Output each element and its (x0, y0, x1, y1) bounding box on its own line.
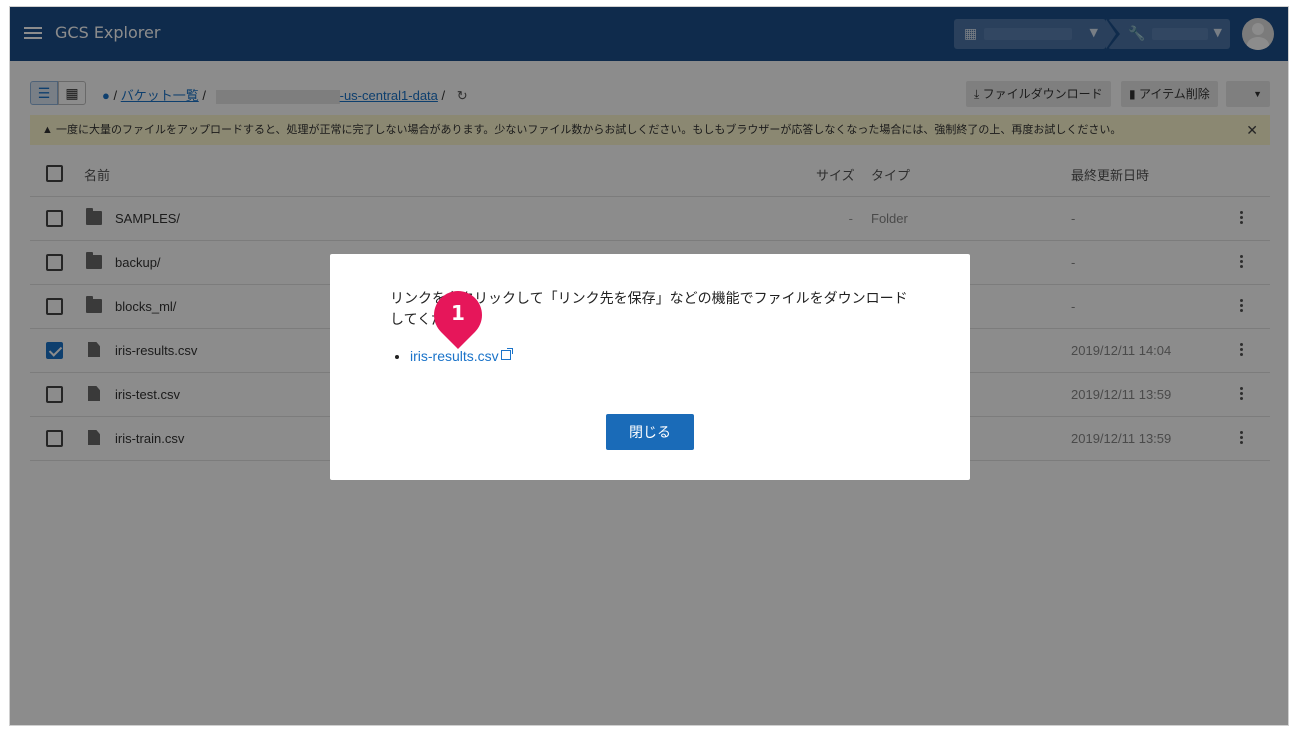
callout-number: 1 (451, 301, 465, 325)
step-callout: 1 (424, 281, 492, 349)
download-link[interactable]: iris-results.csv (410, 348, 499, 364)
download-link-list: iris-results.csv (396, 348, 513, 364)
list-item: iris-results.csv (410, 348, 513, 364)
download-dialog: リンクを右クリックして「リンク先を保存」などの機能でファイルをダウンロードしてく… (330, 254, 970, 480)
close-button[interactable]: 閉じる (606, 414, 694, 450)
external-link-icon (500, 348, 513, 360)
app-window: GCS Explorer ▦ ▼ 🔧 ▼ ☰ ▦ ● / バケット一覧 / -u… (9, 6, 1289, 726)
